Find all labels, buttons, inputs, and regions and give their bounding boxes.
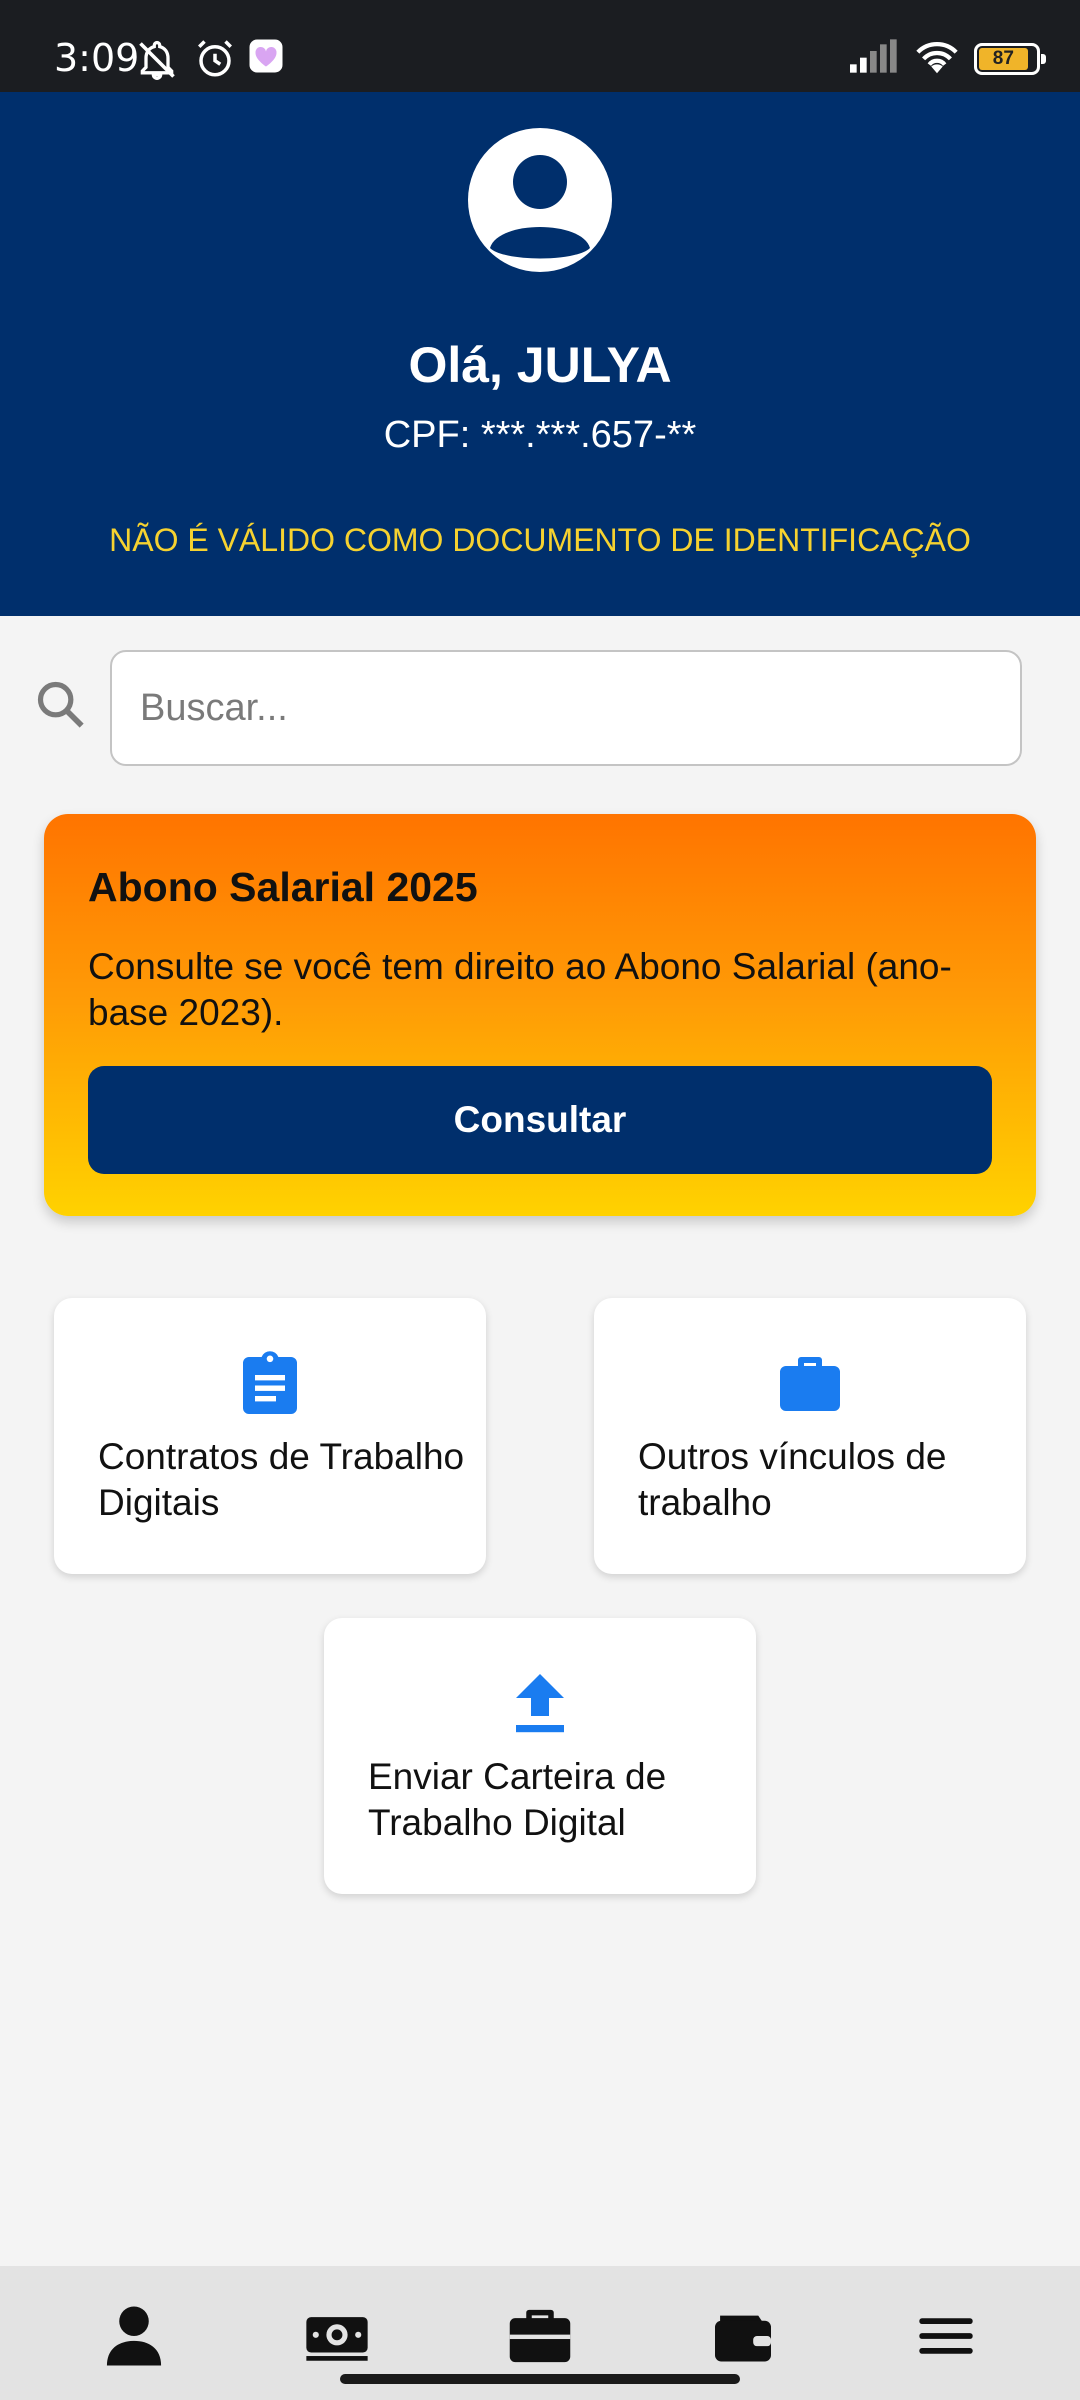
status-time: 3:09 [54, 36, 140, 80]
home-indicator[interactable] [340, 2374, 740, 2384]
search-icon [34, 678, 86, 730]
briefcase-icon [774, 1348, 846, 1420]
promo-text: Consulte se você tem direito ao Abono Sa… [88, 946, 952, 1033]
money-icon [306, 2317, 368, 2361]
cpf-text: CPF: ***.***.657-** [383, 414, 697, 456]
id-warning: NÃO É VÁLIDO COMO DOCUMENTO DE IDENTIFIC… [109, 522, 971, 558]
battery-level: 87 [979, 47, 1028, 70]
signal-icon [850, 39, 900, 78]
menu-icon [919, 2318, 973, 2354]
battery-icon: 87 [974, 42, 1046, 75]
briefcase-icon [509, 2309, 571, 2363]
tile-enviar-carteira[interactable]: Enviar Carteira de Trabalho Digital [324, 1618, 756, 1894]
profile-header: Olá, JULYA CPF: ***.***.657-** NÃO É VÁL… [0, 92, 1080, 616]
alarm-icon [194, 38, 236, 85]
app-notification-icon [248, 38, 284, 79]
tile-label: Contratos de Trabalho Digitais [98, 1436, 465, 1523]
tile-label: Enviar Carteira de Trabalho Digital [368, 1756, 667, 1843]
wallet-icon [715, 2315, 771, 2362]
consultar-button[interactable]: Consultar [88, 1066, 992, 1174]
promo-title: Abono Salarial 2025 [88, 864, 478, 910]
status-bar: 3:09 87 [0, 0, 1080, 92]
greeting: Olá, JULYA [408, 337, 672, 393]
abono-salarial-card: Abono Salarial 2025 Consulte se você tem… [44, 814, 1036, 1216]
wifi-icon [914, 38, 960, 79]
tile-label: Outros vínculos de trabalho [638, 1436, 947, 1523]
tile-contratos-digitais[interactable]: Contratos de Trabalho Digitais [54, 1298, 486, 1574]
upload-icon [504, 1668, 576, 1740]
nav-wallet[interactable] [703, 2296, 783, 2376]
person-icon [490, 155, 590, 259]
tile-outros-vinculos[interactable]: Outros vínculos de trabalho [594, 1298, 1026, 1574]
avatar[interactable] [468, 128, 612, 272]
nav-profile[interactable] [94, 2296, 174, 2376]
search-input[interactable] [110, 650, 1022, 766]
person-icon [106, 2306, 162, 2366]
notifications-off-icon [134, 38, 180, 87]
nav-benefits[interactable] [297, 2296, 377, 2376]
nav-menu[interactable] [906, 2296, 986, 2376]
nav-work[interactable] [500, 2296, 580, 2376]
clipboard-icon [234, 1348, 306, 1420]
